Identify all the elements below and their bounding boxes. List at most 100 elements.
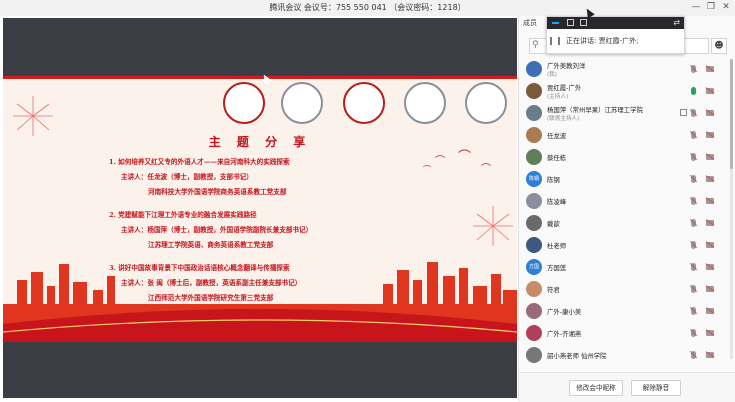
university-seal-icon xyxy=(223,82,265,124)
topic-1-title: 1. 如何培养又红又专的外语人才——来自河南科大的实践探索 xyxy=(109,158,290,166)
add-user-icon[interactable]: ☻ xyxy=(711,38,727,54)
bird-icon: ⌒ xyxy=(435,156,445,167)
university-seal-icon xyxy=(281,82,323,124)
member-name: 方国莲 xyxy=(547,264,567,272)
member-name: 蔡任栋 xyxy=(547,154,567,162)
member-list-scrollbar[interactable] xyxy=(730,59,733,359)
camera-off-icon[interactable] xyxy=(706,242,714,248)
university-logos xyxy=(3,82,517,126)
microphone-muted-icon[interactable] xyxy=(691,351,696,359)
member-row[interactable]: 蔡任栋 xyxy=(519,147,729,167)
member-role: (主持人) xyxy=(547,94,569,100)
restore-button[interactable]: ❐ xyxy=(704,2,718,13)
members-panel-title: 成员 xyxy=(523,19,537,27)
topic-1-affiliation: 河南科技大学外国语学院商务英语系教工党支部 xyxy=(148,188,287,196)
microphone-muted-icon[interactable] xyxy=(691,285,696,293)
member-name: 杨国萍（常州早果）江苏理工学院 xyxy=(547,106,643,114)
avatar xyxy=(526,127,542,143)
camera-off-icon[interactable] xyxy=(706,286,714,292)
topic-3-title: 3. 讲好中国故事背景下中国政治话语核心概念翻译与传播探索 xyxy=(109,264,290,272)
member-row[interactable]: 杜老师 xyxy=(519,235,729,255)
avatar xyxy=(526,83,542,99)
microphone-icon[interactable] xyxy=(691,87,696,95)
member-name: 杜老师 xyxy=(547,242,567,250)
camera-off-icon[interactable] xyxy=(706,176,714,182)
topic-1-speaker: 主讲人：任龙波（博士，副教授，支部书记） xyxy=(121,173,253,181)
camera-off-icon[interactable] xyxy=(706,352,714,358)
university-seal-icon xyxy=(343,82,385,124)
member-row[interactable]: 陈凌峰 xyxy=(519,191,729,211)
shared-screen-area: ⌒ ⌒ ⌒ ⌒ 主 题 分 享 1. 如何培养又红又专的外语人才——来自河南科大… xyxy=(0,16,518,401)
member-name: 广外美教刘洋 xyxy=(547,62,586,70)
camera-off-icon[interactable] xyxy=(706,198,714,204)
member-name: 贾红霞-广外 xyxy=(547,84,582,92)
member-row[interactable]: 贾红霞-广外 (主持人) xyxy=(519,81,729,101)
microphone-muted-icon[interactable] xyxy=(691,131,696,139)
presentation-slide: ⌒ ⌒ ⌒ ⌒ 主 题 分 享 1. 如何培养又红又专的外语人才——来自河南科大… xyxy=(3,76,517,342)
avatar xyxy=(526,281,542,297)
camera-off-icon[interactable] xyxy=(706,220,714,226)
grid-icon[interactable] xyxy=(580,19,587,26)
title-bar: 腾讯会议 会议号：755 550 041 （会议密码：1218） — ❐ ✕ xyxy=(0,0,735,17)
camera-off-icon[interactable] xyxy=(706,110,714,116)
member-row[interactable]: 广外-康小美 xyxy=(519,301,729,321)
member-row[interactable]: 广外美教刘洋 (我) xyxy=(519,59,729,79)
avatar xyxy=(526,215,542,231)
member-row[interactable]: 陈钢 陈钢 xyxy=(519,169,729,189)
microphone-muted-icon[interactable] xyxy=(691,153,696,161)
microphone-muted-icon[interactable] xyxy=(691,329,696,337)
university-seal-icon xyxy=(465,82,507,124)
microphone-muted-icon[interactable] xyxy=(691,109,696,117)
screen-share-view[interactable]: ⌒ ⌒ ⌒ ⌒ 主 题 分 享 1. 如何培养又红又专的外语人才——来自河南科大… xyxy=(3,18,517,398)
camera-off-icon[interactable] xyxy=(706,264,714,270)
microphone-muted-icon[interactable] xyxy=(691,219,696,227)
member-name: 陈钢 xyxy=(547,176,560,184)
avatar xyxy=(526,237,542,253)
camera-off-icon[interactable] xyxy=(706,66,714,72)
camera-off-icon[interactable] xyxy=(706,308,714,314)
camera-off-icon[interactable] xyxy=(706,132,714,138)
camera-off-icon[interactable] xyxy=(706,330,714,336)
rename-in-meeting-button[interactable]: 修改会中昵称 xyxy=(569,380,623,396)
active-view-indicator xyxy=(552,22,559,24)
member-name: 广外-康小美 xyxy=(547,308,582,316)
microphone-muted-icon[interactable] xyxy=(691,65,696,73)
member-row[interactable]: 方国 方国莲 xyxy=(519,257,729,277)
minimize-button[interactable]: — xyxy=(689,2,703,13)
popup-toolbar: ⇄ xyxy=(547,17,684,29)
member-list[interactable]: 广外美教刘洋 (我) 贾红霞-广外 (主持人) 杨国萍（常州早果）江苏理工学院 (联席主持… xyxy=(519,59,729,367)
avatar xyxy=(526,193,542,209)
avatar xyxy=(526,61,542,77)
microphone-muted-icon[interactable] xyxy=(691,241,696,249)
speaking-indicator: 正在讲话: 贾红霞-广外; xyxy=(550,34,681,48)
close-button[interactable]: ✕ xyxy=(719,2,733,13)
member-name: 戴歆 xyxy=(547,220,560,228)
window-icon[interactable] xyxy=(567,19,574,26)
topic-3-affiliation: 江西师范大学外国语学院研究生第三党支部 xyxy=(148,294,274,302)
camera-off-icon[interactable] xyxy=(706,88,714,94)
topic-3-speaker: 主讲人：张 闽（博士后，副教授，英语系副主任兼支部书记） xyxy=(121,279,302,287)
unmute-all-button[interactable]: 解除静音 xyxy=(631,380,681,396)
member-row[interactable]: 任龙波 xyxy=(519,125,729,145)
camera-off-icon[interactable] xyxy=(706,154,714,160)
window-title: 腾讯会议 会议号：755 550 041 （会议密码：1218） xyxy=(269,3,466,12)
expand-icon[interactable]: ⇄ xyxy=(673,18,680,27)
member-row[interactable]: 韶小燕老师 仙州学院 xyxy=(519,345,729,365)
avatar: 方国 xyxy=(526,259,542,275)
member-row[interactable]: 杨国萍（常州早果）江苏理工学院 (联席主持人) xyxy=(519,103,729,123)
member-name: 韶小燕老师 仙州学院 xyxy=(547,352,607,360)
microphone-muted-icon[interactable] xyxy=(691,263,696,271)
topic-2-speaker: 主讲人：杨国萍（博士，副教授，外国语学院副院长兼支部书记） xyxy=(121,226,313,234)
microphone-muted-icon[interactable] xyxy=(691,175,696,183)
member-row[interactable]: 广外-齐湘燕 xyxy=(519,323,729,343)
bird-icon: ⌒ xyxy=(423,165,431,174)
topic-2-affiliation: 江苏理工学院英语、商务英语系教工党支部 xyxy=(148,241,274,249)
microphone-muted-icon[interactable] xyxy=(691,307,696,315)
speaking-popup: ⇄ 正在讲话: 贾红霞-广外; xyxy=(546,16,685,54)
university-seal-icon xyxy=(404,82,446,124)
member-row[interactable]: 符君 xyxy=(519,279,729,299)
member-row[interactable]: 戴歆 xyxy=(519,213,729,233)
microphone-muted-icon[interactable] xyxy=(691,197,696,205)
scrollbar-thumb[interactable] xyxy=(730,59,733,169)
slide-title: 主 题 分 享 xyxy=(208,135,312,149)
